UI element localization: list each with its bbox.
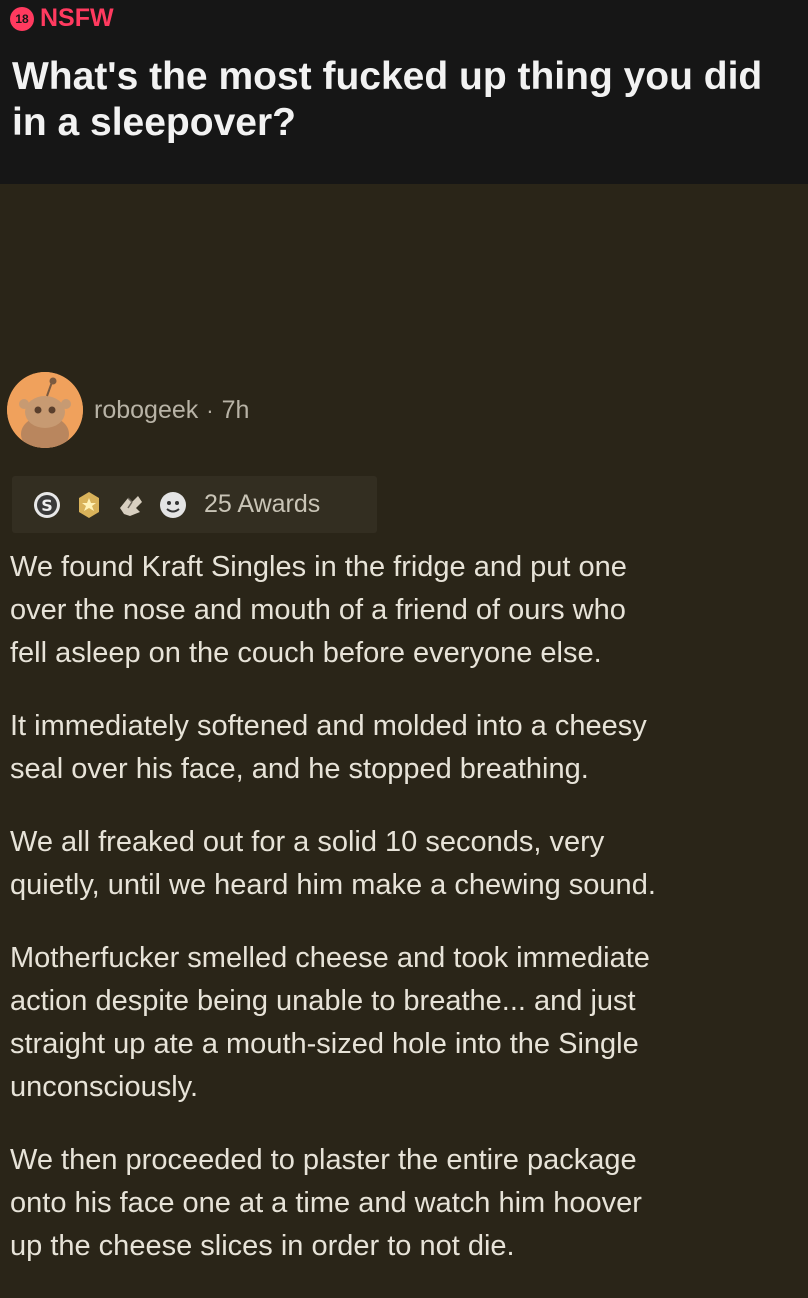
text-line: up the cheese slices in order to not die…: [10, 1230, 515, 1262]
text-line: We all freaked out for a solid 10 second…: [10, 826, 605, 858]
text-line: over the nose and mouth of a friend of o…: [10, 594, 626, 626]
text-line: seal over his face, and he stopped breat…: [10, 753, 589, 785]
text-line: action despite being unable to breathe..…: [10, 985, 636, 1017]
snoo-avatar-icon: [7, 372, 83, 448]
meta-separator: ·: [206, 397, 214, 423]
text-line: onto his face one at a time and watch hi…: [10, 1187, 642, 1219]
text-line: It immediately softened and molded into …: [10, 710, 647, 742]
gold-star-award-icon: [79, 491, 99, 518]
face-award-icon: [160, 491, 186, 518]
text-line: straight up ate a mouth-sized hole into …: [10, 1028, 639, 1060]
comment-meta: robogeek · 7h: [94, 396, 249, 425]
nsfw-label: NSFW: [40, 4, 114, 32]
username[interactable]: robogeek: [94, 396, 198, 425]
avatar[interactable]: [7, 372, 83, 448]
text-line: fell asleep on the couch before everyone…: [10, 637, 602, 669]
text-line: unconsciously.: [10, 1071, 199, 1103]
svg-text:S: S: [41, 496, 53, 515]
text-line: We found Kraft Singles in the fridge and…: [10, 551, 627, 583]
post-title[interactable]: What's the most fucked up thing you did …: [12, 54, 794, 146]
silver-coin-icon: S: [34, 491, 60, 518]
text-line: We then proceeded to plaster the entire …: [10, 1144, 637, 1176]
post-header: 18 NSFW What's the most fucked up thing …: [0, 0, 808, 184]
text-line: quietly, until we heard him make a chewi…: [10, 869, 656, 901]
comment-paragraph: It immediately softened and molded into …: [10, 705, 808, 791]
hands-award-icon: [120, 495, 142, 516]
comment-body: We found Kraft Singles in the fridge and…: [10, 546, 808, 1298]
awards-count: 25 Awards: [204, 490, 321, 518]
text-line: Motherfucker smelled cheese and took imm…: [10, 942, 650, 974]
comment-paragraph: Motherfucker smelled cheese and took imm…: [10, 937, 808, 1109]
comment-paragraph: We all freaked out for a solid 10 second…: [10, 821, 808, 907]
awards-bar[interactable]: S 25 Awards: [12, 476, 377, 533]
timestamp: 7h: [221, 396, 250, 424]
comment-paragraph: We found Kraft Singles in the fridge and…: [10, 546, 808, 675]
nsfw-tag: 18 NSFW: [10, 4, 114, 33]
comment-paragraph: We then proceeded to plaster the entire …: [10, 1139, 808, 1268]
nsfw-18-icon: 18: [10, 6, 34, 31]
